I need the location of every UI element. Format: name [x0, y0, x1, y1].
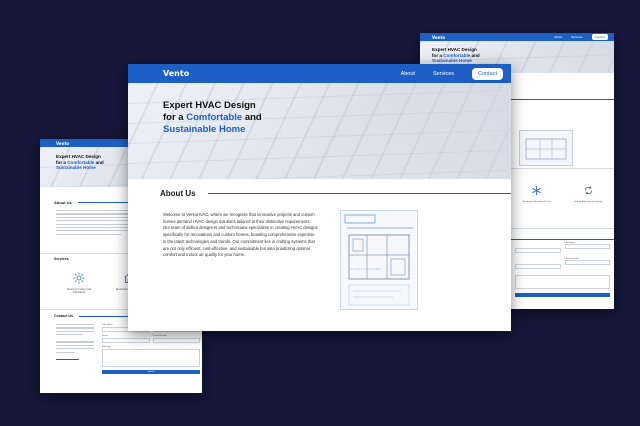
message-field[interactable] [102, 348, 200, 367]
contact-intro [56, 323, 94, 374]
contact-form: First Name Last Name Email Phone Number … [102, 324, 200, 374]
nav-contact-button[interactable]: Contact [591, 34, 608, 40]
phone-field[interactable] [152, 337, 200, 343]
email-field[interactable] [515, 263, 561, 269]
email-field[interactable] [102, 337, 150, 343]
logo[interactable]: Vento [56, 141, 69, 146]
about-heading: About Us [160, 189, 511, 198]
floor-plan-image [519, 129, 573, 166]
logo[interactable]: Vento [432, 35, 445, 40]
sun-icon [73, 272, 85, 284]
right-contact-form: Last Name Phone Number [511, 239, 614, 297]
first-name-field[interactable] [515, 247, 561, 253]
about-divider [207, 193, 511, 194]
nav-services[interactable]: Services [433, 71, 454, 77]
submit-button[interactable]: Submit [102, 369, 200, 374]
about-text: Welcome to VentoHVAC, where we recognize… [163, 212, 318, 258]
about-body: Welcome to VentoHVAC, where we recognize… [163, 210, 511, 310]
right-services: Residential Mechanical Plans Energy Effi… [511, 183, 614, 204]
hero-heading: Expert HVAC Design for a Comfortable and… [163, 100, 262, 135]
nav-services[interactable]: Services [571, 35, 583, 39]
hero-section: Expert HVAC Design for a Comfortable and… [128, 83, 511, 179]
service-item: Residential Mechanical Plans [519, 183, 555, 204]
contact-body: First Name Last Name Email Phone Number … [56, 323, 202, 374]
about-title: About Us [160, 189, 196, 198]
message-field[interactable] [515, 274, 610, 289]
service-item: Energy Efficiency Consulting [570, 183, 606, 204]
nav-contact-button[interactable]: Contact [472, 67, 503, 80]
hero-heading: Expert HVAC Design for a Comfortable and… [432, 47, 480, 64]
submit-button[interactable] [515, 292, 610, 297]
preview-card-main: Vento About Services Contact Expert HVAC… [128, 64, 511, 331]
phone-field[interactable] [564, 260, 610, 266]
logo[interactable]: Vento [163, 69, 189, 78]
last-name-field[interactable] [564, 244, 610, 250]
right-about [511, 99, 614, 166]
snowflake-icon [532, 185, 542, 196]
nav-about[interactable]: About [554, 35, 562, 39]
nav-bar: Vento About Services Contact [128, 64, 511, 83]
service-item: Heating & Cooling Load Calculations [64, 271, 94, 295]
nav-about[interactable]: About [401, 71, 415, 77]
nav-bar: Vento About Services Contact [420, 33, 614, 41]
recycle-icon [584, 186, 592, 195]
floor-plan-image [340, 210, 418, 310]
